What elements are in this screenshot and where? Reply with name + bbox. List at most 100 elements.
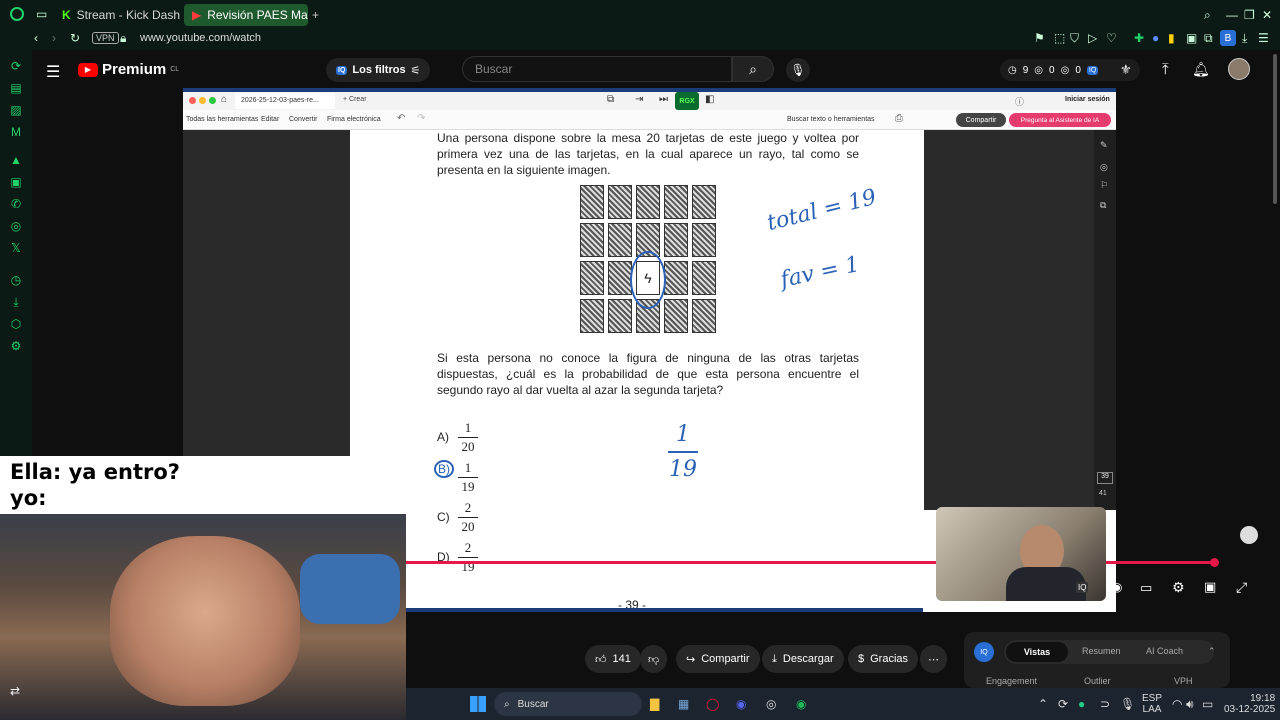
search-tools[interactable]: Buscar texto o herramientas (787, 116, 875, 123)
store-icon[interactable]: ▦ (678, 697, 689, 711)
snapshot-icon[interactable]: ⬚ (1054, 31, 1065, 45)
miniplayer-icon[interactable]: ▣ (1204, 579, 1216, 595)
expand-icon[interactable]: ⧉ (607, 94, 614, 105)
dislike-button[interactable]: 👎︎ (640, 645, 668, 673)
upload-icon[interactable]: ⤒ (1162, 61, 1169, 78)
puzzle-icon[interactable]: ⧉ (1204, 31, 1213, 46)
obs-icon[interactable]: ◎ (766, 697, 776, 711)
tab-kick-dashboard[interactable]: K Stream - Kick Dashboard (54, 4, 180, 26)
extension-icon[interactable]: ● (1152, 31, 1159, 45)
subtitles-icon[interactable]: ▭ (1140, 580, 1152, 596)
undo-icon[interactable]: ↶ (397, 113, 405, 124)
extensions-icon[interactable]: ⬡ (8, 316, 24, 332)
pdf-document-tab[interactable]: 2026-25-12-03-paes-re... (235, 93, 335, 109)
language-indicator[interactable]: ESP LAA (1142, 693, 1162, 715)
clock[interactable]: 19:18 03-12-2025 (1224, 693, 1275, 715)
opera-logo-icon[interactable] (10, 7, 24, 21)
search-input[interactable]: Buscar (462, 56, 732, 82)
folder-icon[interactable]: ▇ (650, 697, 659, 711)
trophy-icon[interactable]: ⚜ (1120, 62, 1132, 78)
skip-icon[interactable]: ⏭ (659, 94, 668, 105)
iq-icon[interactable]: IQ (1076, 582, 1089, 593)
shield-icon[interactable]: ⛉ (1070, 31, 1079, 46)
minimize-icon[interactable]: — (1226, 8, 1238, 22)
toolbar-edit[interactable]: Editar (261, 116, 279, 123)
copy-icon[interactable]: ⧉ (1100, 200, 1106, 211)
instagram-icon[interactable]: ◎ (8, 218, 24, 234)
whatsapp-icon[interactable]: ✆ (8, 196, 24, 212)
wifi-icon[interactable]: ◠ (1172, 697, 1182, 711)
rgx-badge[interactable]: RGX (675, 92, 699, 110)
extension-icon[interactable]: ✚ (1134, 31, 1144, 45)
close-icon[interactable]: ✕ (1262, 8, 1272, 22)
channel-watermark[interactable] (1240, 526, 1258, 544)
status-icon[interactable]: ● (1078, 697, 1085, 711)
page-scrollbar[interactable] (1270, 50, 1280, 720)
autoplay-toggle-icon[interactable]: ◉ (1112, 580, 1122, 594)
maximize-icon[interactable]: ❐ (1244, 8, 1255, 22)
crypto-icon[interactable]: ▨ (8, 102, 24, 118)
vpn-badge[interactable]: VPN (92, 32, 119, 44)
download-button[interactable]: ⤓ Descargar (762, 645, 844, 673)
ai-icon[interactable]: ▲ (8, 152, 24, 168)
filters-button[interactable]: IQ Los filtros ⚟ (326, 58, 431, 82)
windows-start-icon[interactable] (470, 696, 486, 712)
profile-icon[interactable]: B (1220, 30, 1236, 46)
scrollbar-thumb[interactable] (1273, 54, 1277, 204)
chevron-up-icon[interactable]: ⌃ (1208, 646, 1216, 657)
search-icon[interactable]: ⌕ (1204, 8, 1211, 23)
share-button[interactable]: Compartir (956, 113, 1006, 127)
fullscreen-icon[interactable]: ⤢ (1236, 579, 1247, 596)
youtube-logo[interactable]: ▶ Premium CL (78, 61, 179, 78)
search-button[interactable]: ⌕ (732, 56, 774, 82)
like-button[interactable]: 👍︎ 141 (585, 645, 641, 673)
taskbar-search[interactable]: ⌕ Buscar (494, 692, 642, 716)
download-icon[interactable]: ⤓ (8, 294, 24, 310)
url-field[interactable]: www.youtube.com/watch (140, 32, 261, 44)
spotify-icon[interactable]: ◉ (796, 697, 806, 711)
wallet-icon[interactable]: ▤ (8, 80, 24, 96)
play-icon[interactable]: ▷ (1088, 31, 1097, 45)
heart-icon[interactable]: ♡ (1106, 31, 1117, 45)
tab-youtube-video[interactable]: ▶ Revisión PAES Matem (184, 4, 308, 26)
back-icon[interactable]: ‹ (34, 31, 38, 45)
tab-views[interactable]: Vistas (1006, 642, 1068, 662)
app-tray-icon[interactable]: ⊃ (1100, 697, 1110, 711)
history-icon[interactable]: ◷ (8, 272, 24, 288)
progress-scrubber[interactable] (1210, 558, 1219, 567)
battery-icon[interactable]: ▭ (1202, 697, 1213, 711)
window-minimize-icon[interactable] (199, 97, 206, 104)
create-tab-button[interactable]: + Crear (343, 96, 367, 103)
extension-icon[interactable]: ▮ (1168, 31, 1175, 45)
panel-icon[interactable]: ◧ (705, 94, 714, 105)
discord-icon[interactable]: ◉ (736, 697, 746, 711)
redo-icon[interactable]: ↷ (417, 113, 425, 124)
bookmark-icon[interactable]: ⚑ (1034, 31, 1045, 45)
help-icon[interactable]: ⓘ (1015, 95, 1024, 108)
toolbar-all-tools[interactable]: Todas las herramientas (186, 116, 258, 123)
settings-icon[interactable]: ⚙ (1172, 579, 1185, 596)
reload-icon[interactable]: ↻ (70, 31, 80, 45)
window-maximize-icon[interactable] (209, 97, 216, 104)
home-icon[interactable]: ⌂ (221, 94, 227, 105)
print-icon[interactable]: ⎙ (895, 113, 903, 124)
ai-icon[interactable]: ◎ (1100, 162, 1108, 173)
hamburger-menu-icon[interactable]: ☰ (46, 62, 60, 82)
bell-icon[interactable]: 🔔︎ (1192, 61, 1210, 78)
opera-icon[interactable]: ◯ (706, 697, 719, 711)
aria-icon[interactable]: ⟳ (8, 58, 24, 74)
settings-icon[interactable]: ⚙ (8, 338, 24, 354)
mail-icon[interactable]: M (8, 124, 24, 140)
new-tab-icon[interactable]: + (312, 8, 319, 22)
share-button[interactable]: ↪ Compartir (676, 645, 760, 673)
microphone-icon[interactable]: 🎙︎ (1120, 697, 1135, 711)
x-icon[interactable]: 𝕏 (8, 240, 24, 256)
twitch-icon[interactable]: ▣ (8, 174, 24, 190)
tab-summary[interactable]: Resumen (1082, 646, 1121, 656)
volume-icon[interactable]: 🔊︎ (1186, 697, 1194, 712)
tab-ai-coach[interactable]: AI Coach (1146, 646, 1183, 656)
ai-assistant-button[interactable]: Pregunta al Asistente de IA (1009, 113, 1111, 127)
toolbar-convert[interactable]: Convertir (289, 116, 317, 123)
comment-icon[interactable]: ✎ (1100, 140, 1108, 151)
thanks-button[interactable]: $ Gracias (848, 645, 919, 673)
